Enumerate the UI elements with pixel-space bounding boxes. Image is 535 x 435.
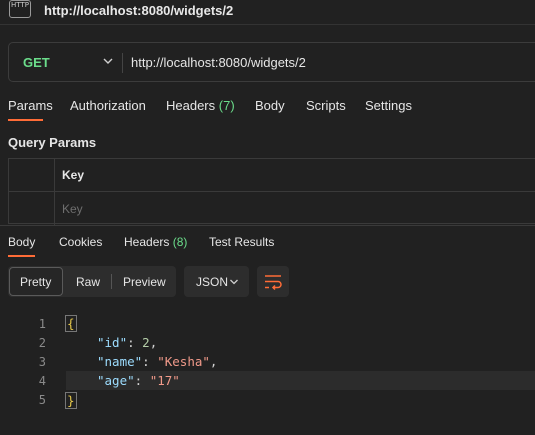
segment-separator: [111, 274, 112, 289]
response-tab-body-label: Body: [8, 235, 36, 249]
json-open-brace[interactable]: {: [65, 315, 77, 332]
active-tab-indicator: [8, 119, 43, 121]
active-response-tab-indicator: [8, 255, 35, 257]
tab-headers[interactable]: Headers (7): [166, 98, 235, 113]
key-input[interactable]: Key: [62, 202, 83, 216]
json-key: "name": [97, 354, 143, 369]
chevron-down-icon[interactable]: [102, 55, 114, 67]
tab-scripts-label: Scripts: [306, 98, 346, 113]
line-number: 2: [38, 336, 46, 350]
tab-settings[interactable]: Settings: [365, 98, 412, 113]
headers-count: (7): [218, 98, 235, 113]
line-number: 1: [38, 317, 46, 331]
response-tab-cookies-label: Cookies: [59, 235, 103, 249]
response-tab-body[interactable]: Body: [8, 235, 35, 249]
raw-button[interactable]: Raw: [76, 275, 100, 289]
table-header-row: [9, 159, 535, 192]
json-value: "17": [149, 373, 180, 388]
json-colon: :: [142, 354, 150, 369]
response-divider[interactable]: [0, 225, 535, 226]
json-colon: :: [127, 335, 135, 350]
line-number: 3: [38, 355, 46, 369]
method-select[interactable]: GET: [23, 55, 50, 70]
pretty-label: Pretty: [20, 275, 52, 289]
line-number: 4: [38, 374, 46, 388]
url-input[interactable]: http://localhost:8080/widgets/2: [131, 55, 306, 70]
json-close-brace[interactable]: }: [65, 392, 77, 409]
json-key: "age": [97, 373, 135, 388]
tab-params-label: Params: [8, 98, 53, 113]
query-params-table: [8, 158, 535, 225]
response-tab-headers-label: Headers: [124, 235, 170, 249]
tab-settings-label: Settings: [365, 98, 412, 113]
table-column-separator: [54, 159, 55, 225]
json-comma: ,: [149, 335, 158, 350]
json-key: "id": [97, 335, 128, 350]
language-label: JSON: [196, 275, 229, 289]
query-params-title: Query Params: [8, 135, 97, 150]
method-url-separator: [122, 53, 123, 73]
tab-params[interactable]: Params: [8, 98, 53, 113]
tab-authorization-label: Authorization: [70, 98, 146, 113]
response-tab-test-results-label: Test Results: [209, 235, 275, 249]
line-number: 5: [38, 393, 46, 407]
tab-title[interactable]: http://localhost:8080/widgets/2: [44, 3, 233, 18]
tab-scripts[interactable]: Scripts: [306, 98, 346, 113]
tab-body[interactable]: Body: [255, 98, 285, 113]
http-file-icon: HTTP: [9, 0, 31, 18]
chevron-down-icon: [230, 279, 238, 285]
json-line-name[interactable]: "name": "Kesha",: [97, 354, 217, 369]
tab-headers-label: Headers: [166, 98, 216, 113]
json-value: "Kesha": [157, 354, 210, 369]
json-comma: ,: [209, 354, 218, 369]
json-line-id[interactable]: "id": 2,: [97, 335, 157, 350]
json-colon: :: [134, 373, 143, 388]
json-line-age[interactable]: "age": "17": [97, 373, 180, 388]
response-headers-count: (8): [172, 235, 188, 249]
response-tab-test-results[interactable]: Test Results: [209, 235, 274, 249]
wrap-lines-icon: [265, 275, 282, 291]
tab-body-label: Body: [255, 98, 285, 113]
wrap-lines-button[interactable]: [257, 266, 289, 297]
preview-button[interactable]: Preview: [123, 275, 166, 289]
tab-authorization[interactable]: Authorization: [70, 98, 146, 113]
column-header-key: Key: [62, 168, 85, 182]
json-value: 2: [142, 335, 150, 350]
response-tab-headers[interactable]: Headers (8): [124, 235, 187, 249]
tab-divider: [0, 24, 535, 25]
response-tab-cookies[interactable]: Cookies: [59, 235, 102, 249]
